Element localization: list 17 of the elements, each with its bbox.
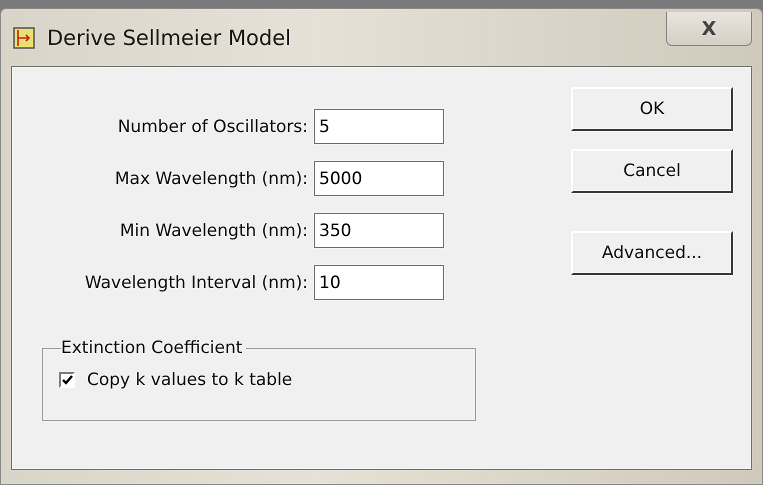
input-field[interactable]: 5 (314, 109, 444, 144)
input-field[interactable]: 350 (314, 213, 444, 248)
window-title: Derive Sellmeier Model (47, 26, 292, 50)
field-label: Max Wavelength (nm): (114, 168, 308, 188)
dialog-button[interactable]: Advanced... (571, 231, 733, 275)
input-field[interactable]: 5000 (314, 161, 444, 196)
checkbox[interactable] (59, 372, 75, 388)
input-field[interactable]: 10 (314, 265, 444, 300)
field-label: Number of Oscillators: (116, 116, 308, 136)
dialog-button[interactable]: Cancel (571, 149, 733, 193)
dialog-button[interactable]: OK (571, 87, 733, 131)
field-label: Min Wavelength (nm): (118, 220, 308, 240)
checkbox-label[interactable]: Copy k values to k table (87, 370, 292, 390)
group-title: Extinction Coefficient (61, 338, 244, 358)
app-icon (13, 26, 35, 48)
close-button[interactable]: X (666, 12, 752, 46)
field-label: Wavelength Interval (nm): (84, 272, 308, 292)
